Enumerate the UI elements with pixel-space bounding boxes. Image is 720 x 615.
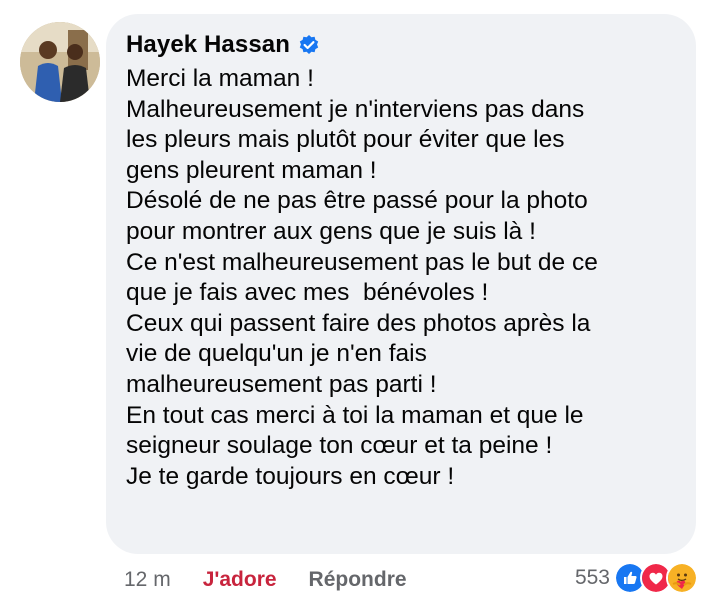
author-name[interactable]: Hayek Hassan <box>126 31 290 59</box>
comment-line: En tout cas merci à toi la maman et que … <box>126 401 584 429</box>
avatar[interactable] <box>20 22 100 102</box>
comment-line: seigneur soulage ton cœur et ta peine ! <box>126 432 553 460</box>
comment-line: malheureusement pas parti ! <box>126 370 437 398</box>
comment-timestamp[interactable]: 12 m <box>124 568 171 592</box>
avatar-photo <box>20 22 100 102</box>
comment-line: les pleurs mais plutôt pour éviter que l… <box>126 126 565 154</box>
comment-line: Je te garde toujours en cœur ! <box>126 462 455 490</box>
comment-line: Désolé de ne pas être passé pour la phot… <box>126 187 588 215</box>
comment-line: pour montrer aux gens que je suis là ! <box>126 217 536 245</box>
reaction-summary[interactable]: 553 <box>575 562 698 594</box>
reaction-count: 553 <box>574 566 610 589</box>
reply-button[interactable]: Répondre <box>309 568 407 592</box>
love-reaction-button[interactable]: J'adore <box>203 568 277 592</box>
comment-line: Ce n'est malheureusement pas le but de c… <box>126 248 598 276</box>
comment-actions: 12 m J'adore Répondre <box>124 568 407 592</box>
comment-header: Hayek Hassan <box>126 31 696 59</box>
comment-line: Merci la maman ! <box>126 65 314 92</box>
verified-badge-icon <box>298 34 320 56</box>
comment-text: Merci la maman ! Malheureusement je n'in… <box>126 64 696 492</box>
comment-bubble: Hayek Hassan Merci la maman ! Malheureus… <box>106 14 696 554</box>
comment-line: que je fais avec mes bénévoles ! <box>126 279 489 307</box>
comment-line: vie de quelqu'un je n'en fais <box>126 340 427 368</box>
comment-line: Ceux qui passent faire des photos après … <box>126 309 591 337</box>
comment-line: Malheureusement je n'interviens pas dans <box>126 95 585 123</box>
comment-line: gens pleurent maman ! <box>126 156 377 184</box>
care-icon <box>666 562 698 594</box>
